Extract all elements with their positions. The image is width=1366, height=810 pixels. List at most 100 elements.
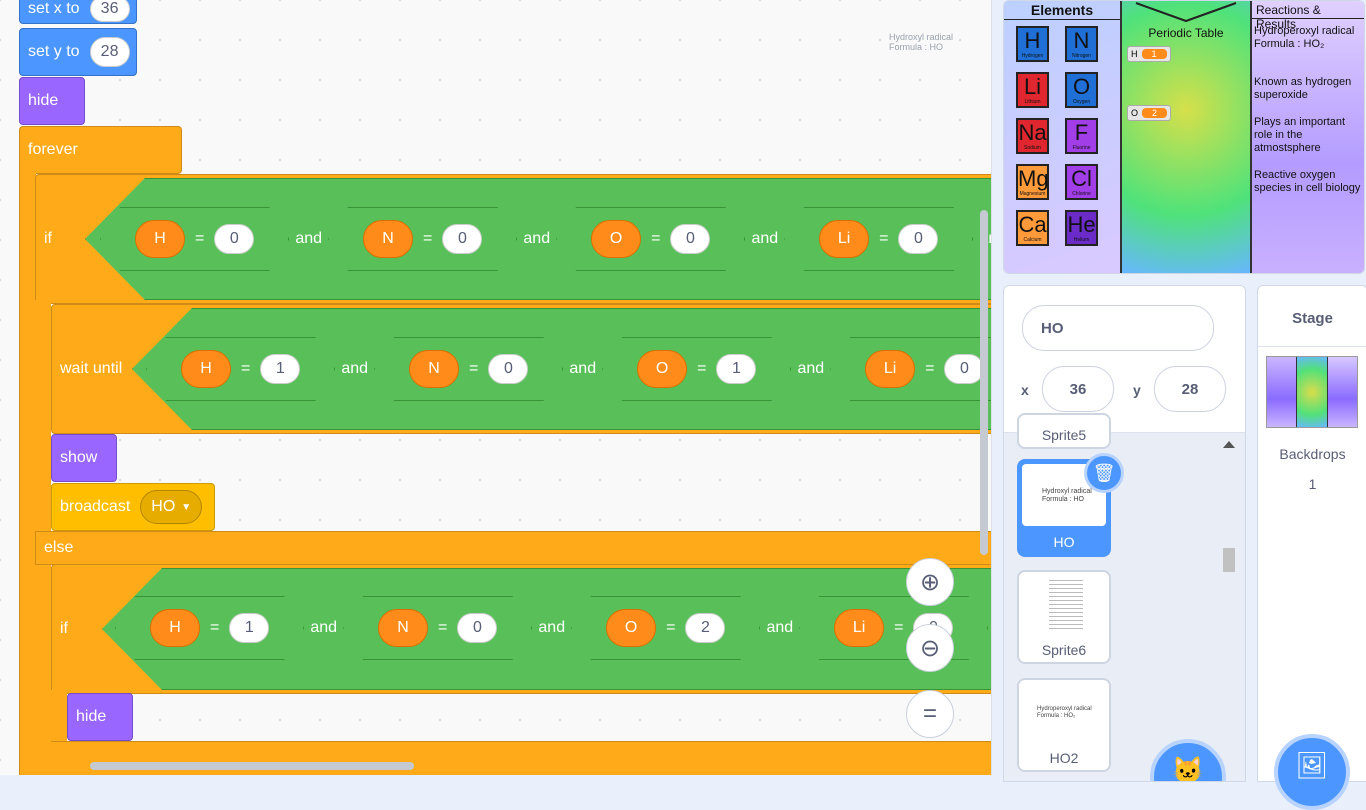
element-tile[interactable]: Ca Calcium xyxy=(1016,210,1049,246)
eq: = xyxy=(469,360,479,377)
value-input[interactable]: 1 xyxy=(229,613,269,643)
value-input[interactable]: 0 xyxy=(944,354,984,384)
periodic-table-panel: Periodic Table H 1 O 2 xyxy=(1122,1,1252,273)
var-Li[interactable]: Li xyxy=(834,609,884,647)
if-label: if xyxy=(44,230,52,247)
zoom-reset-icon: = xyxy=(922,700,937,727)
periodic-table-frame xyxy=(1134,1,1238,23)
zoom-reset-button[interactable]: = xyxy=(906,690,954,738)
var-O[interactable]: O xyxy=(606,609,656,647)
forever-block[interactable]: forever xyxy=(19,126,182,174)
add-backdrop-button[interactable]: 🖼 xyxy=(1274,734,1350,810)
element-tile[interactable]: N Nitrogen xyxy=(1065,26,1098,62)
value-input[interactable]: 1 xyxy=(260,354,300,384)
var-H[interactable]: H xyxy=(150,609,200,647)
show-block[interactable]: show xyxy=(51,434,117,482)
value-input[interactable]: 0 xyxy=(670,224,710,254)
hide-block[interactable]: hide xyxy=(19,77,85,125)
stage-thumbnail[interactable] xyxy=(1266,356,1358,428)
element-symbol: Cl xyxy=(1071,166,1092,191)
sprite-name-input[interactable]: HO xyxy=(1022,305,1214,351)
cond-Li: Li = 0 xyxy=(784,207,973,271)
hide2-block[interactable]: hide xyxy=(67,693,133,741)
element-tile[interactable]: F Fluorine xyxy=(1065,118,1098,154)
element-tile[interactable]: Mg Magnesium xyxy=(1016,164,1049,200)
and-label: and xyxy=(310,619,338,636)
element-tile[interactable]: Li Lithium xyxy=(1016,72,1049,108)
value-input[interactable]: 0 xyxy=(488,354,528,384)
wait-until-label: wait until xyxy=(60,360,123,377)
element-name: Nitrogen xyxy=(1072,53,1091,59)
set-y-block[interactable]: set y to 28 xyxy=(19,28,137,76)
sprite-list[interactable]: Sprite5 Hydroxyl radical Formula : HO HO… xyxy=(1004,413,1245,781)
eq: = xyxy=(925,360,935,377)
element-symbol: O xyxy=(1072,74,1091,99)
eq: = xyxy=(879,230,889,247)
value-input[interactable]: 1 xyxy=(716,354,756,384)
zoom-out-button[interactable]: ⊖ xyxy=(906,624,954,672)
delete-sprite-button[interactable]: 🗑 xyxy=(1084,453,1124,493)
set-y-input[interactable]: 28 xyxy=(89,37,130,67)
y-input[interactable]: 28 xyxy=(1154,366,1226,412)
and-label: and xyxy=(538,619,566,636)
element-tile[interactable]: He Helium xyxy=(1065,210,1098,246)
var-O[interactable]: O xyxy=(637,350,687,388)
broadcast-block[interactable]: broadcast HO ▼ xyxy=(51,483,215,531)
element-name: Fluorine xyxy=(1072,145,1091,151)
thumb-reactions xyxy=(1327,357,1357,427)
set-x-block[interactable]: set x to 36 xyxy=(19,0,137,24)
x-input[interactable]: 36 xyxy=(1042,366,1114,412)
forever-arm xyxy=(19,170,36,775)
set-x-label: set x to xyxy=(28,0,80,17)
value-input[interactable]: 0 xyxy=(898,224,938,254)
var-N[interactable]: N xyxy=(378,609,428,647)
monitor-O: O 2 xyxy=(1127,105,1172,121)
scroll-thumb[interactable] xyxy=(1223,548,1235,572)
element-name: Hydrogen xyxy=(1021,53,1044,59)
value-input[interactable]: 0 xyxy=(214,224,254,254)
var-H[interactable]: H xyxy=(181,350,231,388)
var-N[interactable]: N xyxy=(409,350,459,388)
thumb-table xyxy=(1297,357,1328,427)
and-label: and xyxy=(751,230,779,247)
stage-preview[interactable]: Elements H Hydrogen N Nitrogen Li Lithium O Oxy… xyxy=(1003,0,1365,274)
element-symbol: N xyxy=(1073,28,1090,53)
show-label: show xyxy=(60,449,98,466)
zoom-in-button[interactable]: ⊕ xyxy=(906,558,954,606)
cond-O: O = 2 xyxy=(571,596,760,660)
sprite-panel: HO x 36 y 28 Sprite5 Hydroxyl radical Fo… xyxy=(1003,285,1246,782)
var-O[interactable]: O xyxy=(591,220,641,258)
var-N[interactable]: N xyxy=(363,220,413,258)
and-label: and xyxy=(295,230,323,247)
element-symbol: F xyxy=(1074,120,1089,145)
cond-H: H = 1 xyxy=(146,337,335,401)
sprite-tile-sprite5[interactable]: Sprite5 xyxy=(1017,413,1111,449)
horizontal-scrollbar[interactable] xyxy=(90,762,414,770)
if2-label: if xyxy=(60,620,68,637)
element-tile[interactable]: Na Sodium xyxy=(1016,118,1049,154)
sprite-tile-HO2[interactable]: Hydroperoxyl radical Formula : HO₂ HO2 xyxy=(1017,678,1111,772)
element-tile[interactable]: O Oxygen xyxy=(1065,72,1098,108)
add-sprite-button[interactable]: 🐱 xyxy=(1150,739,1226,781)
eq: = xyxy=(666,619,676,636)
code-area[interactable]: Hydroxyl radical Formula : HO set x to 3… xyxy=(0,0,992,775)
preview-line: Hydroperoxyl radical xyxy=(1037,706,1092,712)
sprite-list-scrollbar[interactable] xyxy=(1222,441,1236,776)
value-input[interactable]: 0 xyxy=(442,224,482,254)
broadcast-dropdown[interactable]: HO ▼ xyxy=(140,490,203,524)
sprite-name: HO xyxy=(1053,534,1075,550)
backdrops-label: Backdrops xyxy=(1279,446,1346,462)
monitor-O-value: 2 xyxy=(1142,108,1168,118)
value-input[interactable]: 0 xyxy=(457,613,497,643)
element-tile[interactable]: H Hydrogen xyxy=(1016,26,1049,62)
element-tile[interactable]: Cl Chlorine xyxy=(1065,164,1098,200)
value-input[interactable]: 2 xyxy=(685,613,725,643)
vertical-scrollbar[interactable] xyxy=(980,210,988,555)
var-Li[interactable]: Li xyxy=(865,350,915,388)
and-label: and xyxy=(766,619,794,636)
var-H[interactable]: H xyxy=(135,220,185,258)
set-x-input[interactable]: 36 xyxy=(89,0,130,22)
sprite-tile-sprite6[interactable]: Sprite6 xyxy=(1017,570,1111,664)
var-Li[interactable]: Li xyxy=(819,220,869,258)
stage-target-panel[interactable]: Stage Backdrops 1 🖼 xyxy=(1257,285,1366,810)
